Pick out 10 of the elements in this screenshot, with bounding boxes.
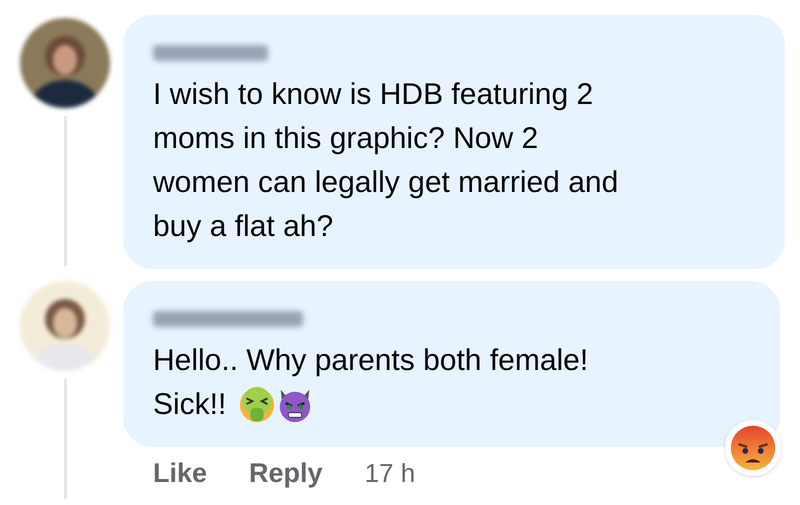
timestamp: 17 h: [364, 456, 416, 490]
comment-text: buy a flat ah?: [153, 209, 334, 245]
comment-text: women can legally get married and: [153, 165, 618, 201]
reply-link[interactable]: Reply: [249, 453, 323, 494]
comment-text: moms in this graphic? Now 2: [153, 121, 538, 157]
comment-text: I wish to know is HDB featuring 2: [153, 77, 594, 113]
like-link[interactable]: Like: [153, 453, 208, 494]
comment-text: Hello.. Why parents both female!: [153, 343, 588, 379]
comment-text: Sick!!: [153, 387, 226, 423]
nauseated-face-icon: [238, 386, 276, 424]
